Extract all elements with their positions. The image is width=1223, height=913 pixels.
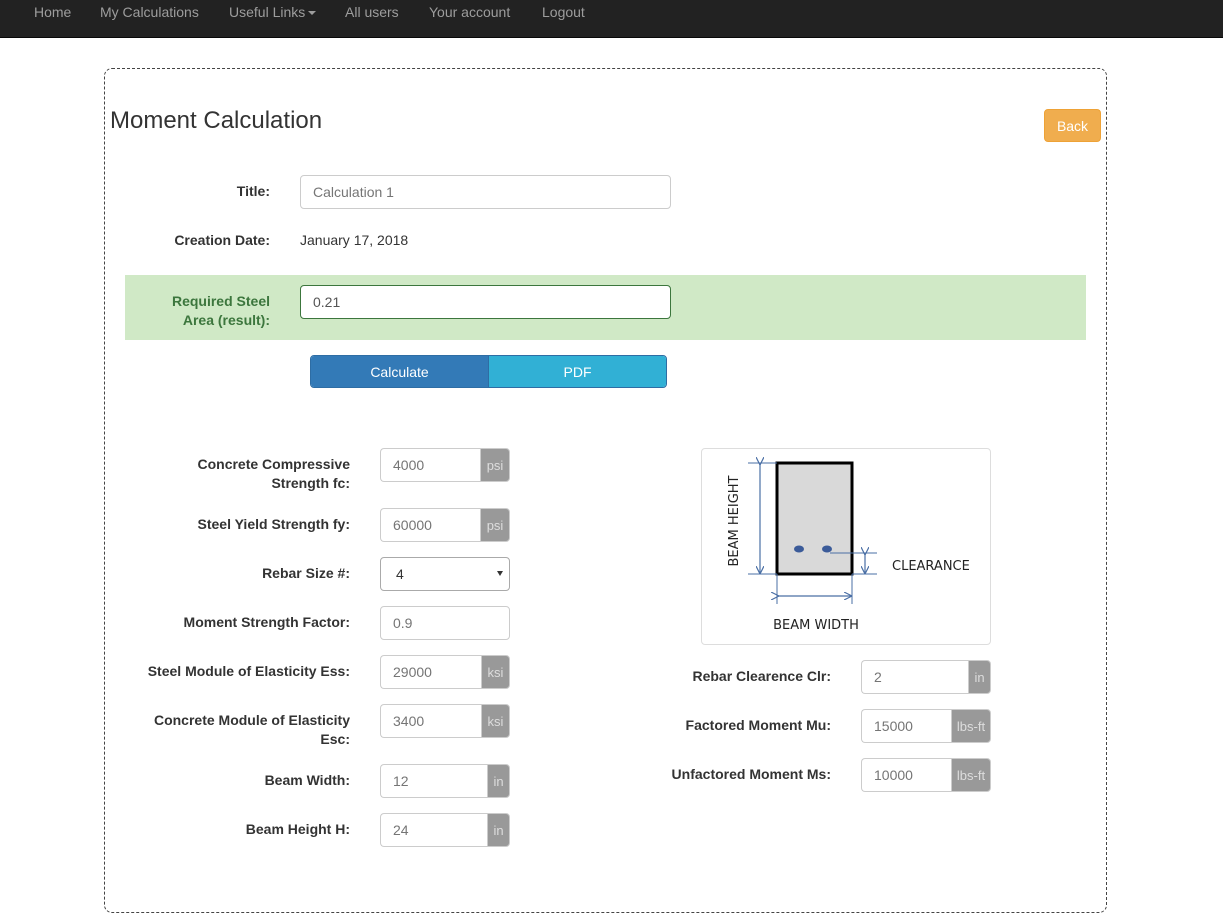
mu-label: Factored Moment Mu: [685,717,831,733]
fc-input[interactable] [380,448,480,482]
rebar-size-select[interactable]: 4 [380,557,510,591]
creation-date-label: Creation Date: [174,232,270,248]
result-label-line1: Required Steel [171,293,270,309]
ms-unit: lbs-ft [951,758,991,792]
ess-input[interactable] [380,655,481,689]
chevron-down-icon [497,571,503,576]
clr-label: Rebar Clearence Clr: [692,668,831,684]
nav-logout[interactable]: Logout [542,4,585,20]
rebar-dot [794,545,804,553]
title-input[interactable] [300,175,671,209]
fy-label: Steel Yield Strength fy: [197,516,350,532]
beam-width-text: BEAM WIDTH [773,618,859,633]
ms-label: Unfactored Moment Ms: [671,766,831,782]
beam-width-label: Beam Width: [264,772,350,788]
creation-date-value: January 17, 2018 [300,232,409,248]
beam-rectangle [775,461,854,576]
beam-section-diagram: BEAM HEIGHT CLEARANCE BEAM WIDTH [701,448,991,645]
result-label-line2: Area (result): [182,312,270,328]
clr-input-group: in [861,660,991,694]
ess-unit: ksi [481,655,510,689]
mu-input[interactable] [861,709,951,743]
ms-input-group: lbs-ft [861,758,991,792]
beam-width-input[interactable] [380,764,487,798]
fc-label: Concrete Compressive Strength fc: [140,455,350,493]
clearance-text: CLEARANCE [892,559,970,574]
fc-label-line1: Concrete Compressive [197,456,350,472]
nav-your-account[interactable]: Your account [429,4,510,20]
beam-height-unit: in [487,813,510,847]
calculate-button[interactable]: Calculate [311,356,489,387]
page-title: Moment Calculation [110,107,323,134]
esc-unit: ksi [481,704,510,738]
ess-input-group: ksi [380,655,510,689]
fc-label-line2: Strength fc: [271,475,350,491]
fy-input[interactable] [380,508,480,542]
nav-useful-links-label: Useful Links [229,4,306,20]
beam-diagram-svg: BEAM HEIGHT CLEARANCE BEAM WIDTH [727,449,970,633]
esc-label-line2: Esc: [320,731,350,747]
action-button-group: Calculate PDF [310,355,667,388]
title-label: Title: [236,183,270,199]
esc-label-line1: Concrete Module of Elasticity [153,712,350,728]
beam-height-input[interactable] [380,813,487,847]
beam-width-unit: in [487,764,510,798]
fy-unit: psi [480,508,510,542]
fc-input-group: psi [380,448,510,482]
rebar-size-label: Rebar Size #: [262,565,350,581]
nav-useful-links[interactable]: Useful Links [229,4,317,20]
pdf-button[interactable]: PDF [489,356,666,387]
beam-width-input-group: in [380,764,510,798]
esc-label: Concrete Module of Elasticity Esc: [120,711,350,749]
beam-height-text: BEAM HEIGHT [727,475,742,566]
msf-label: Moment Strength Factor: [183,614,350,630]
msf-input[interactable] [380,606,510,640]
clr-input[interactable] [861,660,968,694]
top-navbar: Home My Calculations Useful Links All us… [0,0,1223,38]
ms-input[interactable] [861,758,951,792]
nav-my-calculations[interactable]: My Calculations [100,4,199,20]
result-label: Required Steel Area (result): [120,292,270,330]
fc-unit: psi [480,448,510,482]
ess-label: Steel Module of Elasticity Ess: [147,663,350,679]
beam-height-input-group: in [380,813,510,847]
mu-input-group: lbs-ft [861,709,991,743]
caret-down-icon [308,11,317,16]
esc-input[interactable] [380,704,481,738]
rebar-size-value: 4 [396,566,404,582]
rebar-dot [822,545,832,553]
nav-all-users[interactable]: All users [345,4,399,20]
beam-height-label: Beam Height H: [245,821,350,837]
clr-unit: in [968,660,991,694]
result-input[interactable] [300,285,671,319]
fy-input-group: psi [380,508,510,542]
nav-home[interactable]: Home [34,4,71,20]
esc-input-group: ksi [380,704,510,738]
mu-unit: lbs-ft [951,709,991,743]
back-button[interactable]: Back [1044,109,1101,142]
